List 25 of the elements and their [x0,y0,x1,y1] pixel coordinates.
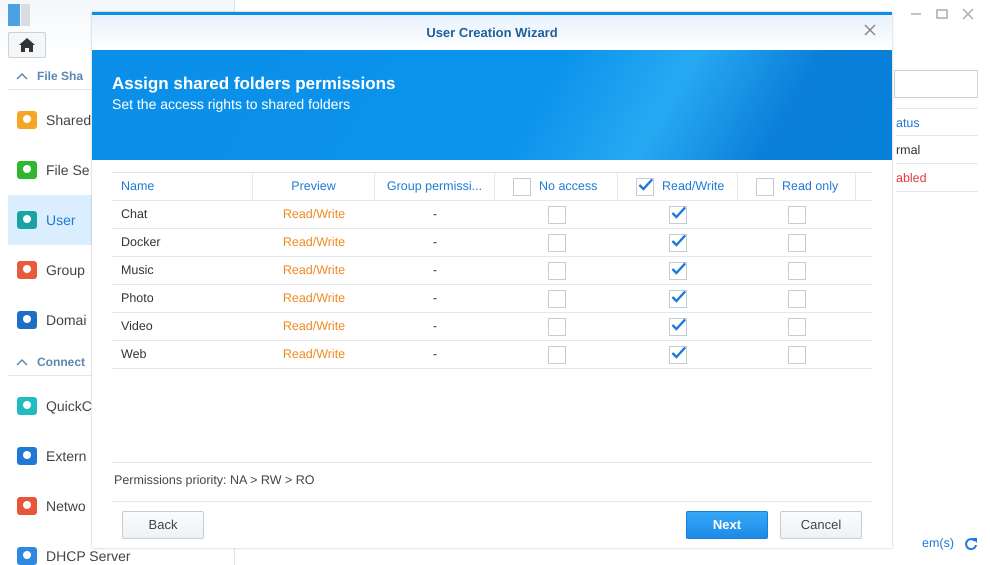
priority-note: Permissions priority: NA > RW > RO [114,473,315,487]
dialog-title: User Creation Wizard [426,24,558,40]
banner-subheading: Set the access rights to shared folders [112,95,352,114]
permission-preview: Read/Write [282,262,346,280]
folder-name: Docker [120,234,162,252]
group-permission: - [432,206,438,224]
group-permission: - [432,234,438,252]
group-permission: - [432,290,438,308]
item-count: em(s) [922,535,954,552]
folder-name: Chat [120,206,148,224]
group-permission: - [432,346,438,364]
permission-preview: Read/Write [282,234,346,252]
table-cell: rmal [896,136,978,164]
folder-name: Photo [120,290,155,308]
folder-name: Web [120,346,148,364]
banner-heading: Assign shared folders permissions [112,74,396,94]
permission-preview: Read/Write [282,206,346,224]
permission-preview: Read/Write [282,318,346,336]
permission-preview: Read/Write [282,290,346,308]
folder-name: Music [120,262,155,280]
folder-name: Video [120,318,154,336]
table-cell: abled [896,164,978,192]
group-permission: - [432,318,438,336]
group-permission: - [432,262,438,280]
permission-preview: Read/Write [282,346,346,364]
